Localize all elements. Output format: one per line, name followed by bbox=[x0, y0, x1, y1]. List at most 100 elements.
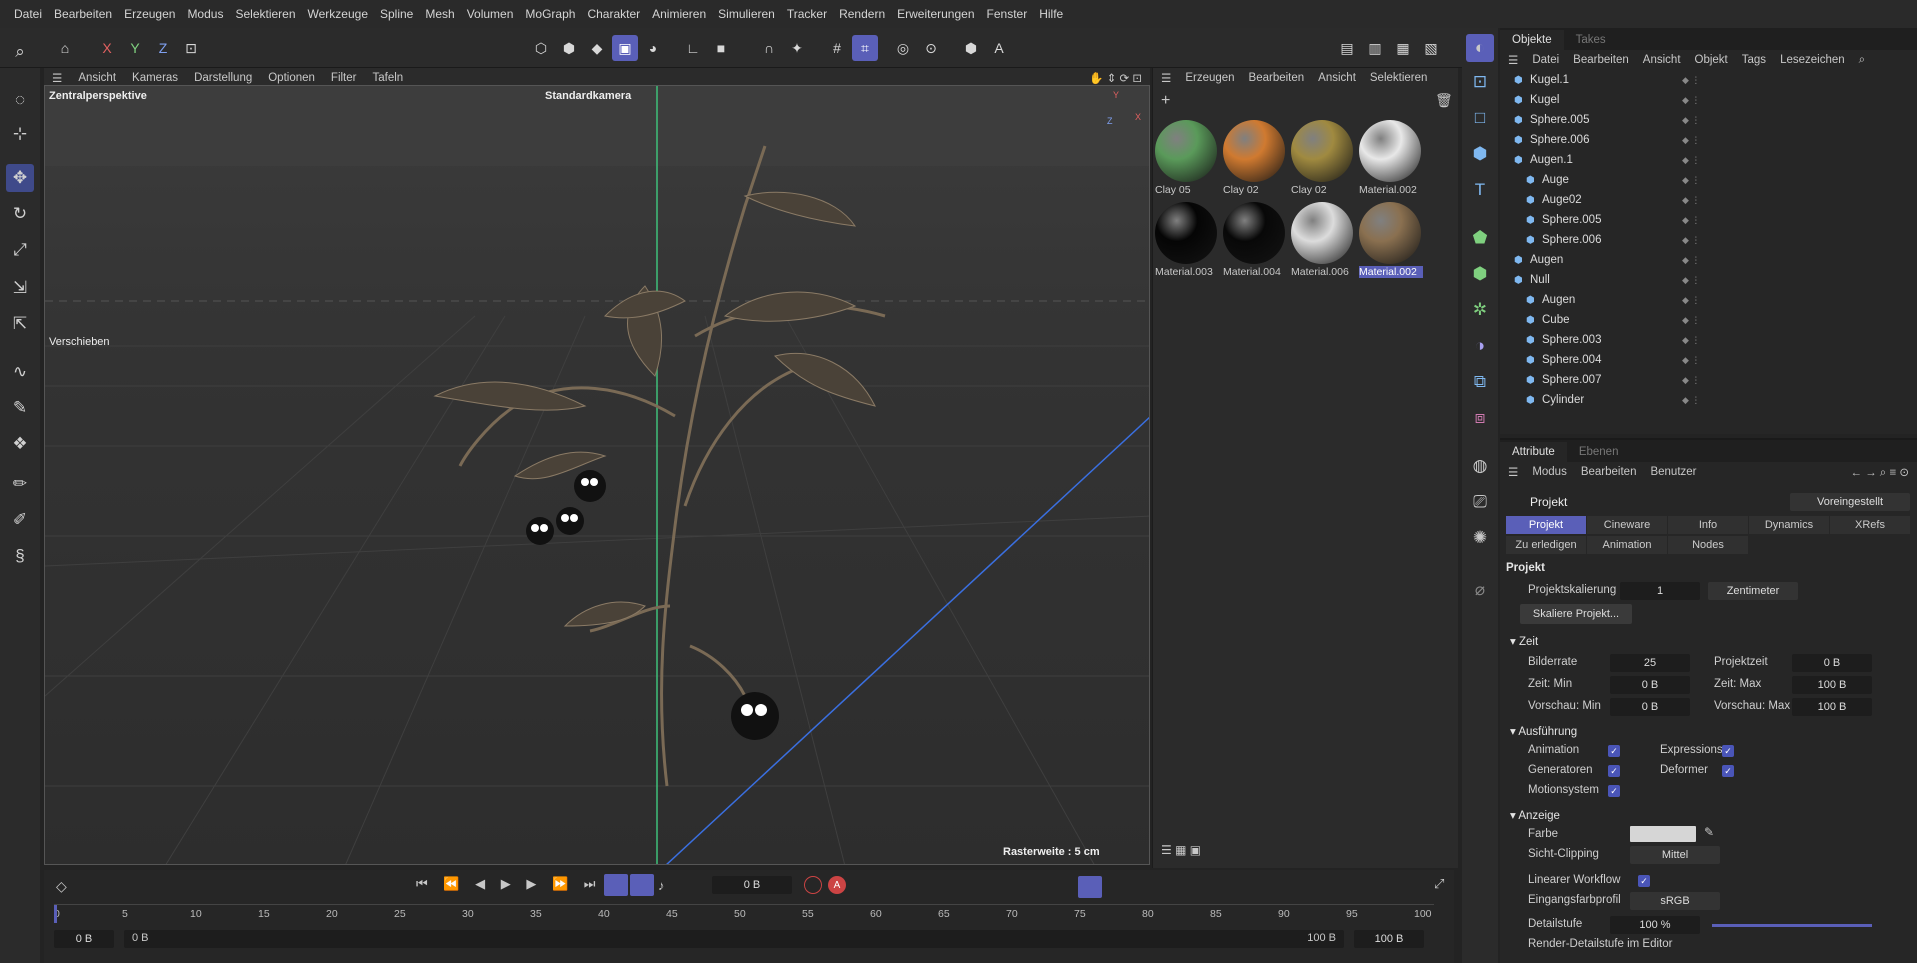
end-frame-field[interactable]: 100 B bbox=[1354, 930, 1424, 948]
sound-icon[interactable]: ♪ bbox=[658, 878, 665, 893]
object-row[interactable]: ⬢ Sphere.007 ◆ ⋮ bbox=[1500, 370, 1917, 390]
attr-menu-modus[interactable]: Modus bbox=[1532, 466, 1567, 478]
visibility-dots[interactable]: ◆ ⋮ bbox=[1682, 155, 1700, 166]
visibility-dots[interactable]: ◆ ⋮ bbox=[1682, 395, 1700, 406]
menu-volumen[interactable]: Volumen bbox=[461, 7, 520, 21]
mat-menu-selektieren[interactable]: Selektieren bbox=[1370, 72, 1428, 84]
menu-rendern[interactable]: Rendern bbox=[833, 7, 891, 21]
tab-attribute[interactable]: Attribute bbox=[1500, 442, 1567, 462]
field-icon[interactable]: ⧉ bbox=[1466, 368, 1494, 396]
vp-menu-ansicht[interactable]: Ansicht bbox=[70, 72, 124, 84]
transfer-icon[interactable]: ⇲ bbox=[6, 274, 34, 302]
tag-icon[interactable]: ⧈ bbox=[1466, 404, 1494, 432]
zeitmax-field[interactable]: 100 B bbox=[1792, 676, 1872, 694]
material-swatch[interactable]: Material.004 bbox=[1223, 202, 1287, 280]
obj-menu-objekt[interactable]: Objekt bbox=[1695, 54, 1728, 66]
vp-menu-kameras[interactable]: Kameras bbox=[124, 72, 186, 84]
range-slider[interactable]: 0 B 100 B bbox=[124, 930, 1344, 948]
project-tab-zu-erledigen[interactable]: Zu erledigen bbox=[1506, 536, 1586, 554]
brush-icon[interactable]: ✏ bbox=[6, 470, 34, 498]
detailstufe-slider[interactable] bbox=[1712, 924, 1872, 927]
rotate-tool-icon[interactable]: ↻ bbox=[6, 200, 34, 228]
edges-mode-icon[interactable]: ⬢ bbox=[556, 35, 582, 61]
spline-pen-icon[interactable]: ∿ bbox=[6, 358, 34, 386]
keyframe-icon[interactable]: ◇ bbox=[56, 878, 67, 895]
object-row[interactable]: ⬢ Augen.1 ◆ ⋮ bbox=[1500, 150, 1917, 170]
camera-icon[interactable]: ⎚ bbox=[1466, 488, 1494, 516]
environment-icon[interactable]: ◍ bbox=[1466, 452, 1494, 480]
search-icon[interactable]: ⌕ bbox=[1859, 54, 1865, 67]
nav-arrows-icon[interactable]: ← → ⌕ ≡ ⊙ bbox=[1850, 465, 1917, 480]
ai-icon[interactable]: A bbox=[986, 35, 1012, 61]
object-row[interactable]: ⬢ Auge02 ◆ ⋮ bbox=[1500, 190, 1917, 210]
tab-objekte[interactable]: Objekte bbox=[1500, 30, 1564, 50]
menu-hilfe[interactable]: Hilfe bbox=[1033, 7, 1069, 21]
effector-icon[interactable]: ✲ bbox=[1466, 296, 1494, 324]
spline-sketch-icon[interactable]: § bbox=[6, 542, 34, 570]
expand-timeline-icon[interactable]: ⤢ bbox=[1434, 876, 1444, 892]
grid-snap-icon[interactable]: # bbox=[824, 35, 850, 61]
auto-key-icon[interactable] bbox=[630, 874, 654, 896]
linearer-workflow-checkbox[interactable]: ✓ bbox=[1638, 875, 1650, 887]
attr-menu-bearbeiten[interactable]: Bearbeiten bbox=[1581, 466, 1637, 478]
layout-icon[interactable]: ◐ bbox=[1466, 34, 1494, 62]
motion-mode-icon[interactable] bbox=[1078, 876, 1102, 898]
obj-menu-bearbeiten[interactable]: Bearbeiten bbox=[1573, 54, 1629, 66]
skaliere-projekt-button[interactable]: Skaliere Projekt... bbox=[1520, 604, 1632, 624]
section-ausfuehrung[interactable]: ▾ Ausführung bbox=[1510, 724, 1577, 738]
visibility-dots[interactable]: ◆ ⋮ bbox=[1682, 175, 1700, 186]
object-row[interactable]: ⬢ Cylinder ◆ ⋮ bbox=[1500, 390, 1917, 410]
live-selection-icon[interactable]: ◌ bbox=[6, 86, 34, 114]
visibility-dots[interactable]: ◆ ⋮ bbox=[1682, 215, 1700, 226]
texture-mode-icon[interactable]: ◕ bbox=[640, 35, 666, 61]
deformer-icon[interactable]: ◑ bbox=[1466, 332, 1494, 360]
scale-tool-icon[interactable]: ⤢ bbox=[6, 236, 34, 264]
sicht-clipping-dropdown[interactable]: Mittel bbox=[1630, 846, 1720, 864]
object-row[interactable]: ⬢ Sphere.005 ◆ ⋮ bbox=[1500, 110, 1917, 130]
projektskalierung-field[interactable]: 1 bbox=[1620, 582, 1700, 600]
rectangle-icon[interactable]: □ bbox=[1466, 104, 1494, 132]
vp-menu-tafeln[interactable]: Tafeln bbox=[364, 72, 411, 84]
object-row[interactable]: ⬢ Auge ◆ ⋮ bbox=[1500, 170, 1917, 190]
y-axis-toggle[interactable]: Y bbox=[122, 35, 148, 61]
visibility-dots[interactable]: ◆ ⋮ bbox=[1682, 195, 1700, 206]
render-region-icon[interactable]: ◎ bbox=[890, 35, 916, 61]
render-settings-icon[interactable]: ⊙ bbox=[918, 35, 944, 61]
axis-mode-icon[interactable]: ∟ bbox=[680, 35, 706, 61]
object-row[interactable]: ⬢ Sphere.006 ◆ ⋮ bbox=[1500, 230, 1917, 250]
render-icon[interactable]: ⬢ bbox=[958, 35, 984, 61]
object-row[interactable]: ⬢ Augen ◆ ⋮ bbox=[1500, 290, 1917, 310]
visibility-dots[interactable]: ◆ ⋮ bbox=[1682, 295, 1700, 306]
menu-simulieren[interactable]: Simulieren bbox=[712, 7, 781, 21]
playback-controls[interactable]: ⏮ ⏪ ◀ ▶ ▶ ⏩ ⏭ bbox=[416, 876, 601, 892]
menu-datei[interactable]: Datei bbox=[8, 7, 48, 21]
material-swatch[interactable]: Clay 02 bbox=[1223, 120, 1287, 198]
object-row[interactable]: ⬢ Sphere.005 ◆ ⋮ bbox=[1500, 210, 1917, 230]
visibility-dots[interactable]: ◆ ⋮ bbox=[1682, 235, 1700, 246]
section-anzeige[interactable]: ▾ Anzeige bbox=[1510, 808, 1560, 822]
unit-dropdown[interactable]: Zentimeter bbox=[1708, 582, 1798, 600]
menu-animieren[interactable]: Animieren bbox=[646, 7, 712, 21]
project-tab-nodes[interactable]: Nodes bbox=[1668, 536, 1748, 554]
hamburger-icon[interactable]: ☰ bbox=[44, 71, 70, 85]
menu-bearbeiten[interactable]: Bearbeiten bbox=[48, 7, 118, 21]
autokey-record-icon[interactable]: A bbox=[828, 876, 846, 894]
material-swatch[interactable]: Material.002 bbox=[1359, 120, 1423, 198]
visibility-dots[interactable]: ◆ ⋮ bbox=[1682, 355, 1700, 366]
material-swatch[interactable]: Material.002 bbox=[1359, 202, 1423, 280]
points-mode-icon[interactable]: ⬡ bbox=[528, 35, 554, 61]
material-swatch[interactable]: Material.003 bbox=[1155, 202, 1219, 280]
select-tools-icon[interactable]: ⊹ bbox=[6, 120, 34, 148]
animation-checkbox[interactable]: ✓ bbox=[1608, 745, 1620, 757]
text-icon[interactable]: T bbox=[1466, 176, 1494, 204]
hamburger-icon[interactable]: ☰ bbox=[1508, 53, 1518, 67]
farbe-swatch[interactable] bbox=[1630, 826, 1696, 842]
visibility-dots[interactable]: ◆ ⋮ bbox=[1682, 315, 1700, 326]
visibility-dots[interactable]: ◆ ⋮ bbox=[1682, 375, 1700, 386]
coordinate-system-icon[interactable]: ⊡ bbox=[178, 35, 204, 61]
object-row[interactable]: ⬢ Null ◆ ⋮ bbox=[1500, 270, 1917, 290]
search-icon[interactable]: ⌕ bbox=[6, 38, 34, 66]
render-picture-viewer-icon[interactable]: ▥ bbox=[1362, 35, 1388, 61]
x-axis-toggle[interactable]: X bbox=[94, 35, 120, 61]
undo-icon[interactable]: ⌂ bbox=[52, 35, 78, 61]
